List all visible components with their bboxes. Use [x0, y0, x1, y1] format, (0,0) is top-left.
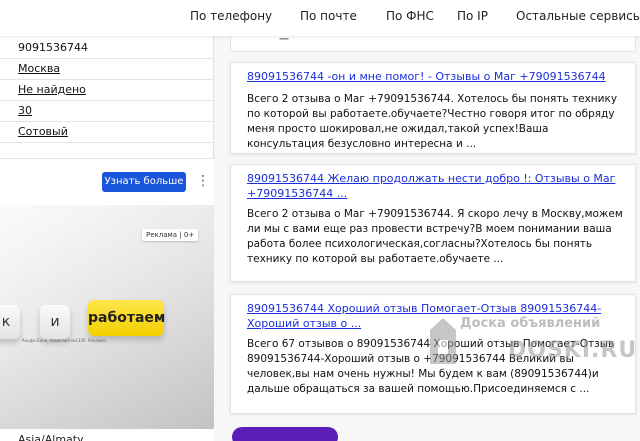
- keycap-i: и: [40, 305, 70, 339]
- result-snippet: Всего 2 отзыва о Маг +79091536744. Я ско…: [247, 208, 623, 265]
- watermark: Доска объявлений DOSKI.RU: [408, 312, 636, 376]
- nav-by-ip[interactable]: По IP: [457, 9, 488, 23]
- info-row-code: 30: [0, 101, 214, 122]
- keycap-k: к: [0, 305, 20, 339]
- result-card: 89091536744 Желаю продолжать нести добро…: [230, 164, 636, 282]
- result-title-link[interactable]: 89091536744 Желаю продолжать нести добро…: [247, 171, 625, 201]
- watermark-text: Доска объявлений: [460, 316, 601, 331]
- ad-label-badge: Реклама | 0+: [142, 229, 199, 241]
- type-value[interactable]: Сотовый: [18, 125, 68, 138]
- info-row-type: Сотовый: [0, 122, 214, 143]
- nav-by-email[interactable]: По почте: [300, 9, 357, 23]
- top-navigation: По телефону По почте По ФНС По IP Осталь…: [0, 0, 640, 36]
- advertisement: Узнать больше ⋮ Реклама | 0+ к и работае…: [0, 158, 214, 441]
- result-snippet: Всего 2 отзыва о Маг +79091536744. Хотел…: [247, 93, 618, 150]
- timezone-label: Asia/Almaty: [18, 433, 84, 441]
- phone-number-value: 9091536744: [18, 41, 88, 54]
- ad-image[interactable]: Реклама | 0+ к и работаем Альфа-Банк, ли…: [0, 205, 214, 429]
- purple-action-button[interactable]: [232, 427, 338, 441]
- operator-value[interactable]: Не найдено: [18, 83, 86, 96]
- info-row-operator: Не найдено: [0, 80, 214, 101]
- code-value[interactable]: 30: [18, 104, 32, 117]
- info-row-number: 9091536744: [0, 38, 214, 59]
- more-options-icon[interactable]: ⋮: [196, 171, 210, 191]
- ad-fine-print: Альфа-Банк, лицензия №1326. Реклама.: [22, 338, 108, 343]
- info-row-region: Москва: [0, 59, 214, 80]
- watermark-site: DOSKI.RU: [508, 338, 638, 363]
- nav-by-fns[interactable]: По ФНС: [386, 9, 434, 23]
- region-value[interactable]: Москва: [18, 62, 60, 75]
- house-logo-icon: [430, 318, 456, 364]
- keycap-rabotaem: работаем: [88, 300, 165, 336]
- nav-by-phone[interactable]: По телефону: [190, 9, 272, 23]
- nav-other-services[interactable]: Остальные сервисы: [516, 9, 640, 23]
- learn-more-button[interactable]: Узнать больше: [102, 172, 186, 192]
- result-card: 89091536744 -он и мне помог! - Отзывы о …: [230, 62, 636, 154]
- result-title-link[interactable]: 89091536744 -он и мне помог! - Отзывы о …: [247, 69, 625, 84]
- previous-card-bottom: ㅡ: [230, 33, 636, 52]
